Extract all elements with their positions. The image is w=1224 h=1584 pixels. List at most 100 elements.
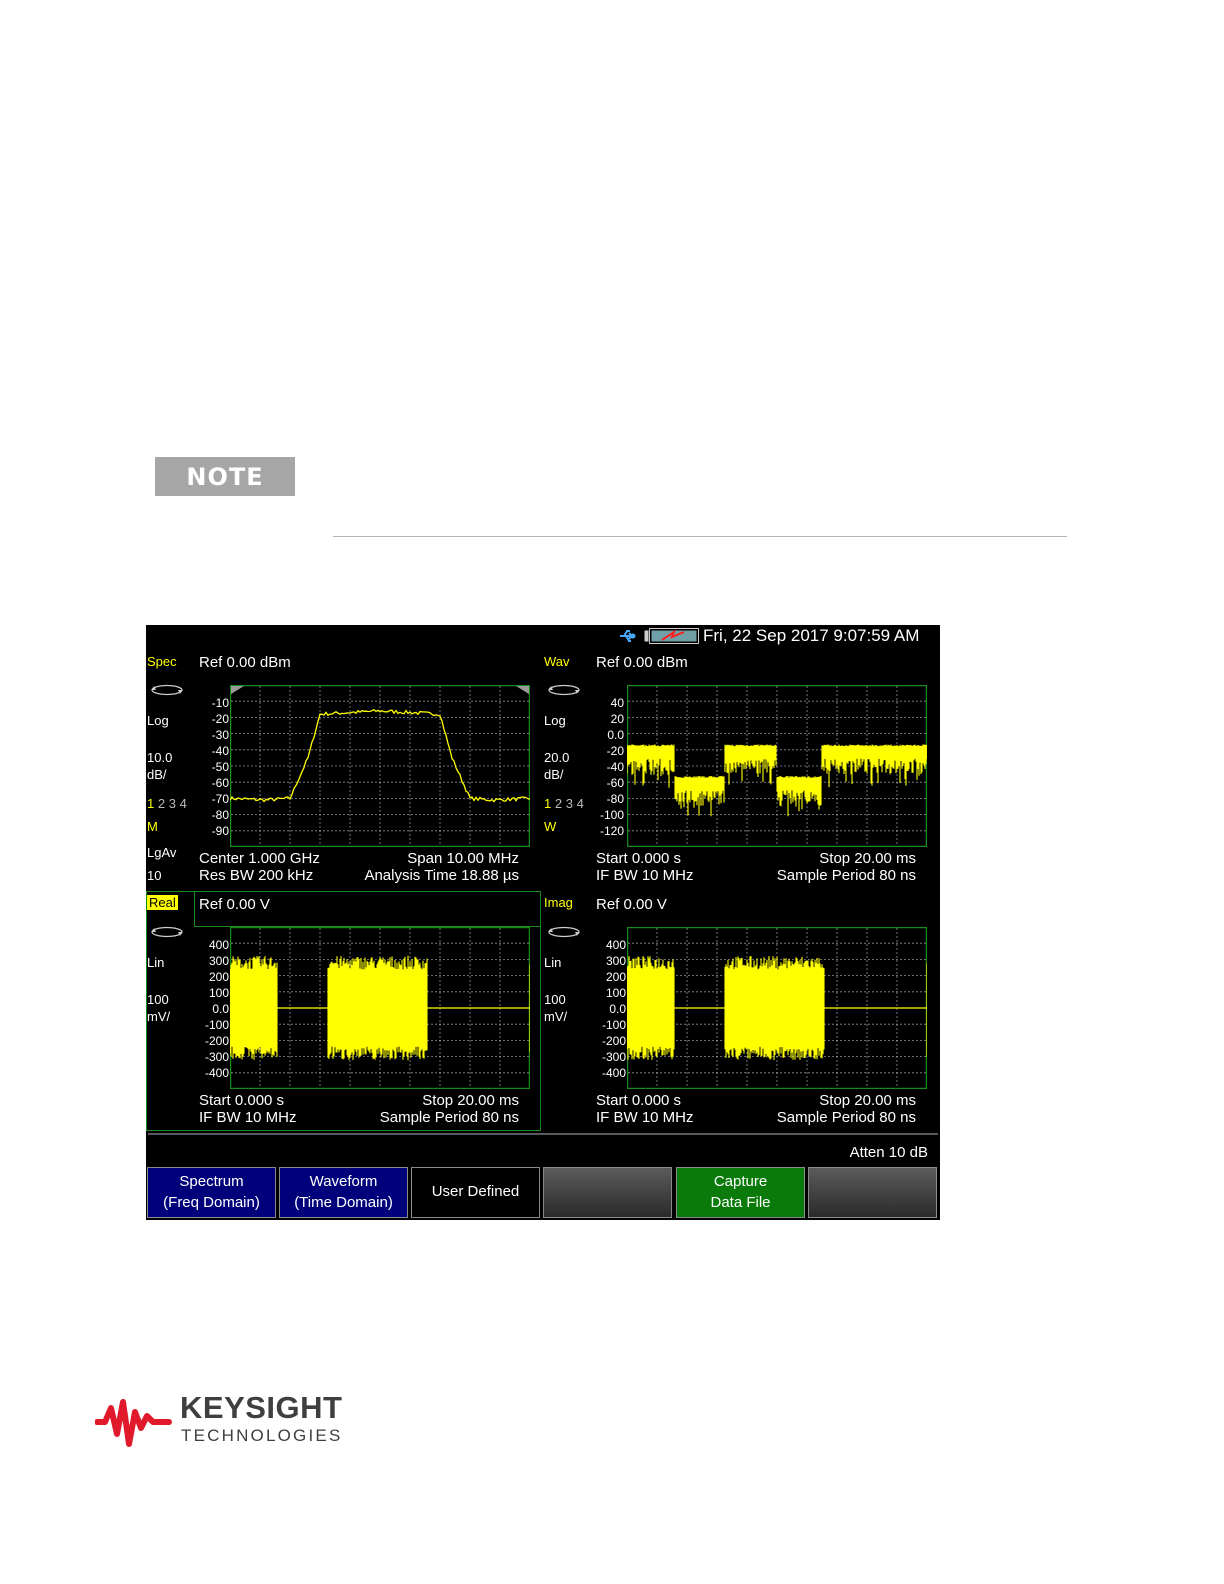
y-tick: -70 [211, 792, 229, 806]
trace-list[interactable]: 1 2 3 4 [147, 797, 187, 810]
note-badge: NOTE [155, 457, 295, 496]
y-tick: -100 [204, 1018, 229, 1032]
scale-type: Lin [147, 955, 165, 970]
y-tick: 0.0 [212, 1002, 229, 1016]
pane-tag-real: Real [147, 895, 178, 910]
start-time: Start 0.000 s [199, 1092, 285, 1109]
y-tick: -400 [601, 1066, 626, 1080]
note-label: NOTE [186, 462, 264, 491]
y-tick: 200 [605, 970, 626, 984]
y-tick: 0.0 [607, 728, 624, 742]
scale-type: Log [147, 713, 169, 728]
ref-level: Ref 0.00 dBm [596, 654, 688, 671]
pane-imag[interactable]: Imag Ref 0.00 V Lin 100 mV/ 400 300 200 … [543, 891, 940, 1133]
sample-period: Sample Period 80 ns [776, 867, 916, 884]
scale-type: Lin [544, 955, 562, 970]
waveform-plot[interactable] [627, 685, 927, 847]
if-bw: IF BW 10 MHz [199, 1109, 297, 1126]
softkey-waveform[interactable]: Waveform (Time Domain) [279, 1167, 408, 1218]
corner-marker [231, 686, 244, 694]
pane-tag-wav: Wav [544, 654, 570, 669]
softkey-label: User Defined [431, 1183, 520, 1201]
y-tick: 100 [605, 986, 626, 1000]
softkey-blank-2[interactable] [808, 1167, 937, 1218]
scale-unit: mV/ [147, 1009, 171, 1024]
y-tick: -80 [606, 792, 624, 806]
start-time: Start 0.000 s [596, 1092, 682, 1109]
knob-icon[interactable] [150, 925, 184, 939]
analysis-time: Analysis Time 18.88 µs [364, 867, 519, 884]
softkey-label: Spectrum [179, 1173, 244, 1191]
y-tick: -100 [599, 808, 624, 822]
imag-plot[interactable] [627, 927, 927, 1089]
scale-unit: dB/ [147, 767, 167, 782]
analyzer-screen: Fri, 22 Sep 2017 9:07:59 AM Spec Ref 0.0… [146, 625, 940, 1220]
y-tick: -200 [601, 1034, 626, 1048]
pane-real[interactable]: Real Ref 0.00 V Lin 100 mV/ 400 300 200 … [146, 891, 543, 1133]
scale-value: 10.0 [147, 750, 173, 765]
ref-level: Ref 0.00 dBm [199, 654, 291, 671]
scale-value: 100 [147, 992, 169, 1007]
y-tick: -100 [601, 1018, 626, 1032]
trace-3: 3 [168, 796, 176, 811]
knob-icon[interactable] [547, 683, 581, 697]
trace-4: 4 [179, 796, 187, 811]
y-tick: -40 [211, 744, 229, 758]
softkey-capture-data-file[interactable]: Capture Data File [676, 1167, 805, 1218]
avg-label: LgAv [147, 845, 177, 860]
softkey-bar: Spectrum (Freq Domain) Waveform (Time Do… [146, 1167, 940, 1220]
knob-icon[interactable] [547, 925, 581, 939]
knob-icon[interactable] [150, 683, 184, 697]
softkey-label: Waveform [309, 1173, 378, 1191]
softkey-spectrum[interactable]: Spectrum (Freq Domain) [147, 1167, 276, 1218]
pane-spectrum[interactable]: Spec Ref 0.00 dBm Log 10.0 dB/ 1 2 3 4 M… [146, 625, 543, 890]
y-tick: 400 [208, 938, 229, 952]
y-tick: -40 [606, 760, 624, 774]
scale-unit: mV/ [544, 1009, 568, 1024]
if-bw: IF BW 10 MHz [596, 1109, 694, 1126]
y-tick: -400 [204, 1066, 229, 1080]
y-tick: 40 [610, 696, 624, 710]
y-tick: -60 [606, 776, 624, 790]
note-divider [333, 536, 1067, 537]
y-tick: -300 [601, 1050, 626, 1064]
spectrum-plot[interactable] [230, 685, 530, 847]
softkey-label: Data File [710, 1193, 771, 1211]
y-tick: 100 [208, 986, 229, 1000]
res-bw: Res BW 200 kHz [199, 867, 314, 884]
softkey-user-defined[interactable]: User Defined [411, 1167, 540, 1218]
softkey-label: (Freq Domain) [163, 1193, 260, 1211]
start-time: Start 0.000 s [596, 850, 682, 867]
sample-period: Sample Period 80 ns [776, 1109, 916, 1126]
y-tick: 0.0 [609, 1002, 626, 1016]
stop-time: Stop 20.00 ms [819, 1092, 916, 1109]
y-tick: -10 [211, 696, 229, 710]
span: Span 10.00 MHz [407, 850, 519, 867]
softkey-blank-1[interactable] [543, 1167, 672, 1218]
y-tick: 400 [605, 938, 626, 952]
corner-marker [516, 686, 529, 694]
y-tick: 300 [605, 954, 626, 968]
scale-value: 100 [544, 992, 566, 1007]
trace-1: 1 [147, 796, 155, 811]
avg-count: 10 [147, 868, 162, 883]
keysight-wave-icon [95, 1399, 172, 1447]
if-bw: IF BW 10 MHz [596, 867, 694, 884]
y-tick: -300 [204, 1050, 229, 1064]
pane-waveform[interactable]: Wav Ref 0.00 dBm Log 20.0 dB/ 1 2 3 4 W … [543, 625, 940, 890]
y-tick: -200 [204, 1034, 229, 1048]
pane-tag-spec: Spec [147, 654, 177, 669]
sample-period: Sample Period 80 ns [379, 1109, 519, 1126]
message-bar: Atten 10 dB [148, 1133, 938, 1165]
ref-level: Ref 0.00 V [596, 896, 667, 913]
softkey-label: Capture [713, 1173, 768, 1191]
y-tick: -20 [606, 744, 624, 758]
y-tick: -80 [211, 808, 229, 822]
stop-time: Stop 20.00 ms [422, 1092, 519, 1109]
ref-level: Ref 0.00 V [199, 896, 270, 913]
y-tick: -30 [211, 728, 229, 742]
y-tick: -60 [211, 776, 229, 790]
logo-subtitle: TECHNOLOGIES [181, 1426, 343, 1445]
real-plot[interactable] [230, 927, 530, 1089]
trace-mode: M [147, 819, 158, 834]
